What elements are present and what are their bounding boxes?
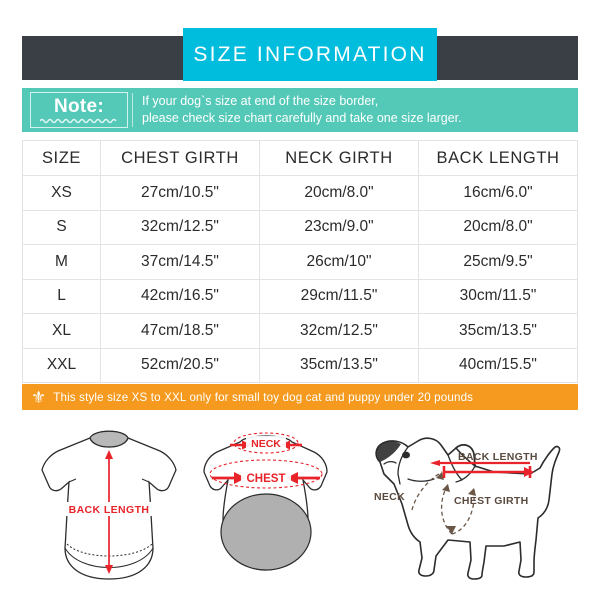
cell-back: 20cm/8.0" — [418, 209, 578, 245]
table-header-row: SIZE CHEST GIRTH NECK GIRTH BACK LENGTH — [22, 140, 578, 176]
garment-back-length-label: BACK LENGTH — [69, 504, 150, 516]
table-row: XS 27cm/10.5" 20cm/8.0" 16cm/6.0" — [22, 175, 578, 211]
page-title: SIZE INFORMATION — [193, 42, 427, 66]
cell-back: 30cm/11.5" — [418, 278, 578, 314]
cell-chest: 32cm/12.5" — [100, 209, 260, 245]
cell-neck: 20cm/8.0" — [259, 175, 419, 211]
cell-neck: 23cm/9.0" — [259, 209, 419, 245]
garment-top-diagram: NECK CHEST — [203, 432, 328, 571]
cell-chest: 42cm/16.5" — [100, 278, 260, 314]
table-row: XL 47cm/18.5" 32cm/12.5" 35cm/13.5" — [22, 313, 578, 349]
column-header-neck-girth: NECK GIRTH — [259, 140, 419, 176]
dog-neck-label: NECK — [374, 491, 405, 503]
note-divider — [132, 93, 133, 127]
table-row: XXL 52cm/20.5" 35cm/13.5" 40cm/15.5" — [22, 347, 578, 383]
cell-back: 35cm/13.5" — [418, 313, 578, 349]
cell-size: L — [22, 278, 101, 314]
note-badge-label: Note: — [53, 95, 105, 117]
cell-back: 16cm/6.0" — [418, 175, 578, 211]
size-information-chart: SIZE INFORMATION Note: If your dog`s siz… — [0, 0, 600, 600]
table-row: S 32cm/12.5" 23cm/9.0" 20cm/8.0" — [22, 209, 578, 245]
column-header-chest-girth: CHEST GIRTH — [100, 140, 260, 176]
size-table: SIZE CHEST GIRTH NECK GIRTH BACK LENGTH … — [22, 140, 578, 383]
cell-back: 40cm/15.5" — [418, 347, 578, 383]
table-row: M 37cm/14.5" 26cm/10" 25cm/9.5" — [22, 244, 578, 280]
column-header-back-length: BACK LENGTH — [418, 140, 578, 176]
cell-chest: 27cm/10.5" — [100, 175, 260, 211]
cell-chest: 52cm/20.5" — [100, 347, 260, 383]
cell-size: M — [22, 244, 101, 280]
note-badge: Note: — [30, 92, 128, 128]
note-text: If your dog`s size at end of the size bo… — [142, 94, 462, 125]
cell-chest: 37cm/14.5" — [100, 244, 260, 280]
cell-neck: 29cm/11.5" — [259, 278, 419, 314]
garment-neck-label: NECK — [251, 438, 281, 450]
style-note-banner-text: This style size XS to XXL only for small… — [53, 390, 474, 404]
cell-neck: 26cm/10" — [259, 244, 419, 280]
garment-front-diagram: BACK LENGTH — [41, 430, 177, 580]
table-row: L 42cm/16.5" 29cm/11.5" 30cm/11.5" — [22, 278, 578, 314]
dog-chest-girth-label: CHEST GIRTH — [454, 495, 528, 507]
style-note-banner: ⚜ This style size XS to XXL only for sma… — [22, 384, 578, 410]
dog-measurement-diagram: BACK LENGTH NECK CHEST GIRTH — [374, 437, 561, 580]
measurement-diagrams: BACK LENGTH NECK CHEST BACK LENGTH NECK … — [0, 418, 600, 600]
column-header-size: SIZE — [22, 140, 101, 176]
note-strip: Note: If your dog`s size at end of the s… — [22, 88, 578, 132]
cell-neck: 35cm/13.5" — [259, 347, 419, 383]
cell-neck: 32cm/12.5" — [259, 313, 419, 349]
note-squiggle-decoration — [40, 118, 117, 123]
header-title-box: SIZE INFORMATION — [183, 28, 437, 81]
cell-size: XXL — [22, 347, 101, 383]
cell-size: XL — [22, 313, 101, 349]
cell-chest: 47cm/18.5" — [100, 313, 260, 349]
garment-chest-label: CHEST — [247, 473, 286, 485]
dog-back-length-label: BACK LENGTH — [458, 451, 538, 463]
fleur-de-lis-icon: ⚜ — [31, 387, 47, 407]
cell-back: 25cm/9.5" — [418, 244, 578, 280]
cell-size: S — [22, 209, 101, 245]
cell-size: XS — [22, 175, 101, 211]
